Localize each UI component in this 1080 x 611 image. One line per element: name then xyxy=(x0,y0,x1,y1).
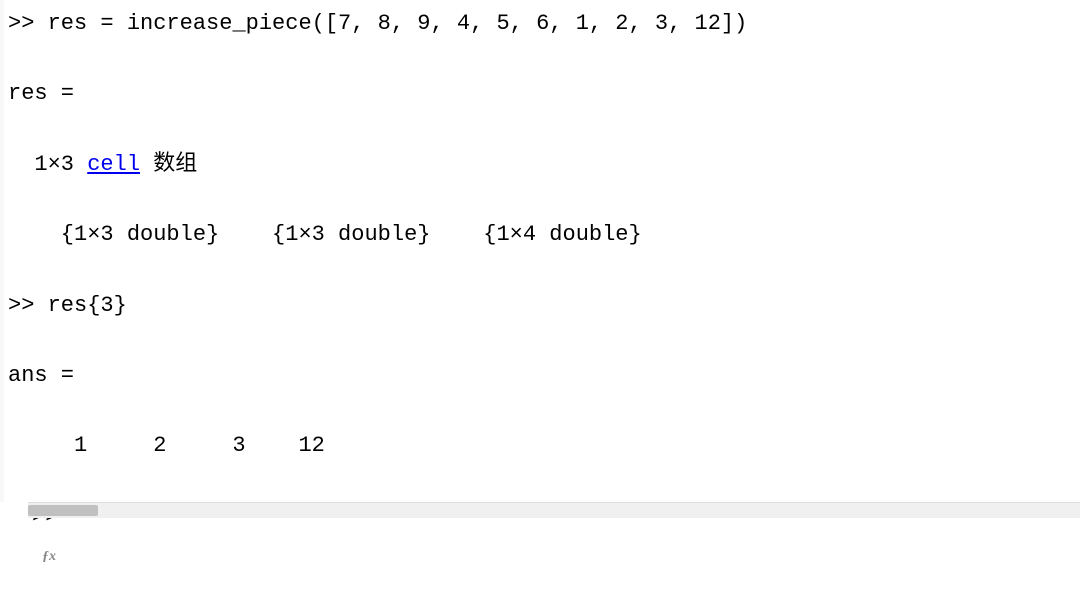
blank-line xyxy=(8,112,1072,147)
ans-header: ans = xyxy=(8,358,1072,393)
svg-text:ƒx: ƒx xyxy=(42,549,56,564)
command-line-1: >> res = increase_piece([7, 8, 9, 4, 5, … xyxy=(8,6,1072,41)
result-size-prefix: 1×3 xyxy=(8,152,87,177)
prompt-symbol: >> xyxy=(8,11,48,36)
editor-gutter xyxy=(0,0,4,502)
blank-line xyxy=(8,252,1072,287)
cell-type-link[interactable]: cell xyxy=(87,152,140,177)
scrollbar-thumb[interactable] xyxy=(28,505,98,516)
horizontal-scrollbar[interactable] xyxy=(28,502,1080,518)
command-window-content[interactable]: >> res = increase_piece([7, 8, 9, 4, 5, … xyxy=(0,0,1080,540)
fx-icon: ƒx xyxy=(8,505,30,527)
blank-line xyxy=(8,182,1072,217)
cell-contents-line: {1×3 double} {1×3 double} {1×4 double} xyxy=(8,217,1072,252)
prompt-symbol: >> xyxy=(8,293,48,318)
result-array-suffix: 数组 xyxy=(140,152,197,177)
command-text: res = increase_piece([7, 8, 9, 4, 5, 6, … xyxy=(48,11,748,36)
blank-line xyxy=(8,41,1072,76)
ans-values: 1 2 3 12 xyxy=(8,428,1072,463)
result-description: 1×3 cell 数组 xyxy=(8,147,1072,182)
result-header: res = xyxy=(8,76,1072,111)
blank-line xyxy=(8,463,1072,498)
blank-line xyxy=(8,393,1072,428)
blank-line xyxy=(8,323,1072,358)
command-line-2: >> res{3} xyxy=(8,288,1072,323)
command-text: res{3} xyxy=(48,293,127,318)
